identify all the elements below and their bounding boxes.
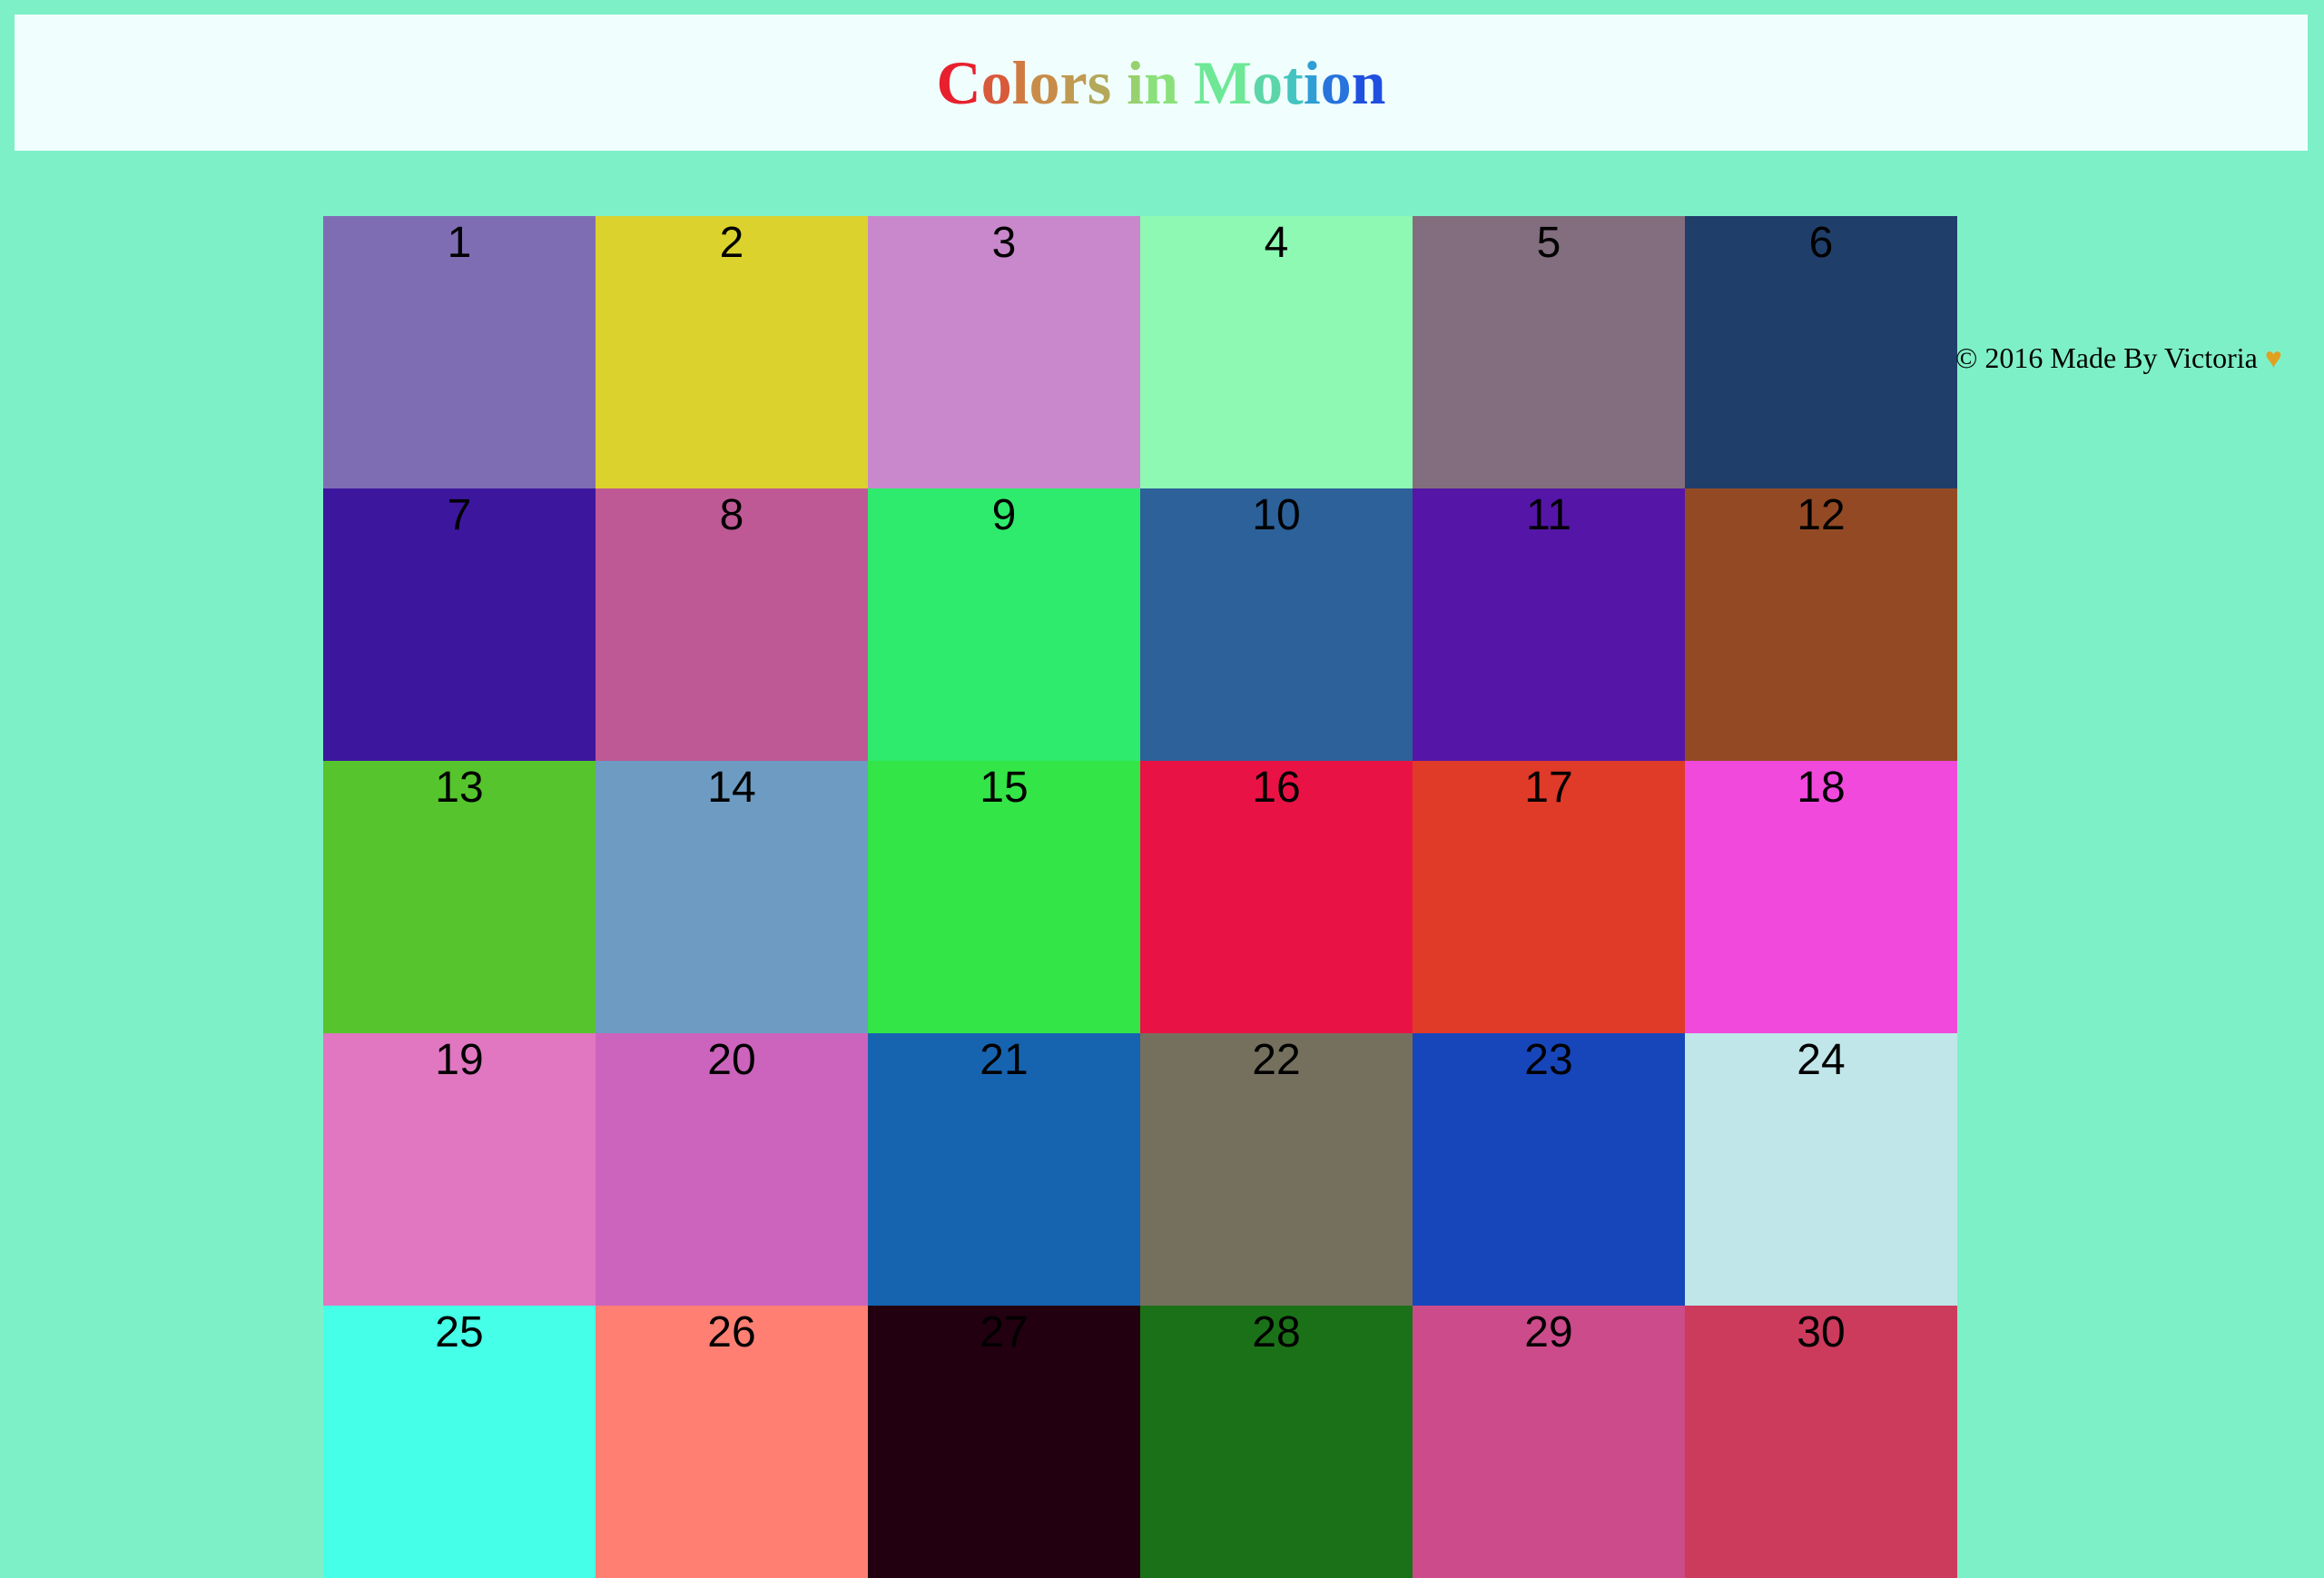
cell-number: 18: [1797, 764, 1846, 812]
cell-number: 11: [1526, 491, 1571, 539]
color-cell-4[interactable]: 4: [1140, 216, 1413, 488]
cell-number: 6: [1808, 219, 1834, 267]
color-cell-1[interactable]: 1: [323, 216, 596, 488]
cell-number: 5: [1536, 219, 1561, 267]
cell-number: 21: [980, 1036, 1029, 1084]
title-letter: o: [1029, 48, 1060, 117]
title-letter: C: [936, 48, 981, 117]
color-cell-25[interactable]: 25: [323, 1306, 596, 1578]
cell-number: 20: [707, 1036, 756, 1084]
color-cell-3[interactable]: 3: [868, 216, 1140, 488]
color-cell-10[interactable]: 10: [1140, 488, 1413, 761]
cell-number: 26: [707, 1308, 756, 1356]
color-cell-7[interactable]: 7: [323, 488, 596, 761]
color-cell-9[interactable]: 9: [868, 488, 1140, 761]
color-cell-28[interactable]: 28: [1140, 1306, 1413, 1578]
color-cell-21[interactable]: 21: [868, 1033, 1140, 1306]
color-cell-26[interactable]: 26: [596, 1306, 868, 1578]
cell-number: 7: [447, 491, 472, 539]
color-grid: 1 2 3 4 5 6 7 8 9 10 11 12 13 14 15 16 17 18 19 20 21 22 23 24 2…: [323, 216, 1957, 1578]
title-letter: i: [1127, 48, 1145, 117]
title-letter: s: [1087, 48, 1112, 117]
cell-number: 24: [1797, 1036, 1846, 1084]
color-cell-18[interactable]: 18: [1685, 761, 1957, 1033]
color-cell-15[interactable]: 15: [868, 761, 1140, 1033]
color-cell-12[interactable]: 12: [1685, 488, 1957, 761]
color-cell-11[interactable]: 11: [1413, 488, 1685, 761]
title-letter: [1178, 48, 1194, 117]
cell-number: 12: [1797, 491, 1846, 539]
cell-number: 22: [1252, 1036, 1301, 1084]
color-cell-5[interactable]: 5: [1413, 216, 1685, 488]
cell-number: 29: [1524, 1308, 1573, 1356]
footer-credit: © 2016 Made By Victoria ♥: [1955, 341, 2282, 375]
color-cell-19[interactable]: 19: [323, 1033, 596, 1306]
title-letter: r: [1059, 48, 1088, 117]
title-letter: o: [980, 48, 1012, 117]
cell-number: 1: [447, 219, 472, 267]
color-cell-27[interactable]: 27: [868, 1306, 1140, 1578]
title-letter: o: [1320, 48, 1352, 117]
color-cell-8[interactable]: 8: [596, 488, 868, 761]
cell-number: 14: [707, 764, 756, 812]
cell-number: 17: [1524, 764, 1573, 812]
cell-number: 9: [991, 491, 1017, 539]
cell-number: 13: [435, 764, 484, 812]
cell-number: 28: [1252, 1308, 1301, 1356]
color-cell-29[interactable]: 29: [1413, 1306, 1685, 1578]
footer-text: © 2016 Made By Victoria: [1955, 341, 2258, 374]
title-letter: [1111, 48, 1127, 117]
cell-number: 23: [1524, 1036, 1573, 1084]
cell-number: 2: [719, 219, 744, 267]
title-letter: i: [1303, 48, 1321, 117]
cell-number: 10: [1252, 491, 1301, 539]
title-letter: n: [1351, 48, 1386, 117]
cell-number: 19: [435, 1036, 484, 1084]
cell-number: 30: [1797, 1308, 1846, 1356]
title-letter: l: [1011, 48, 1029, 117]
color-cell-16[interactable]: 16: [1140, 761, 1413, 1033]
title-letter: t: [1283, 48, 1304, 117]
color-cell-13[interactable]: 13: [323, 761, 596, 1033]
color-cell-30[interactable]: 30: [1685, 1306, 1957, 1578]
color-cell-22[interactable]: 22: [1140, 1033, 1413, 1306]
page-title: Colors in Motion: [937, 52, 1386, 113]
cell-number: 8: [719, 491, 744, 539]
heart-icon: ♥: [2264, 341, 2282, 374]
color-cell-17[interactable]: 17: [1413, 761, 1685, 1033]
color-cell-14[interactable]: 14: [596, 761, 868, 1033]
title-letter: M: [1193, 48, 1253, 117]
color-cell-24[interactable]: 24: [1685, 1033, 1957, 1306]
title-letter: n: [1144, 48, 1178, 117]
cell-number: 16: [1252, 764, 1301, 812]
cell-number: 15: [980, 764, 1029, 812]
title-letter: o: [1252, 48, 1284, 117]
cell-number: 4: [1264, 219, 1289, 267]
color-cell-2[interactable]: 2: [596, 216, 868, 488]
color-cell-23[interactable]: 23: [1413, 1033, 1685, 1306]
cell-number: 25: [435, 1308, 484, 1356]
color-cell-6[interactable]: 6: [1685, 216, 1957, 488]
color-cell-20[interactable]: 20: [596, 1033, 868, 1306]
page-header: Colors in Motion: [15, 15, 2308, 151]
cell-number: 27: [980, 1308, 1029, 1356]
cell-number: 3: [991, 219, 1017, 267]
